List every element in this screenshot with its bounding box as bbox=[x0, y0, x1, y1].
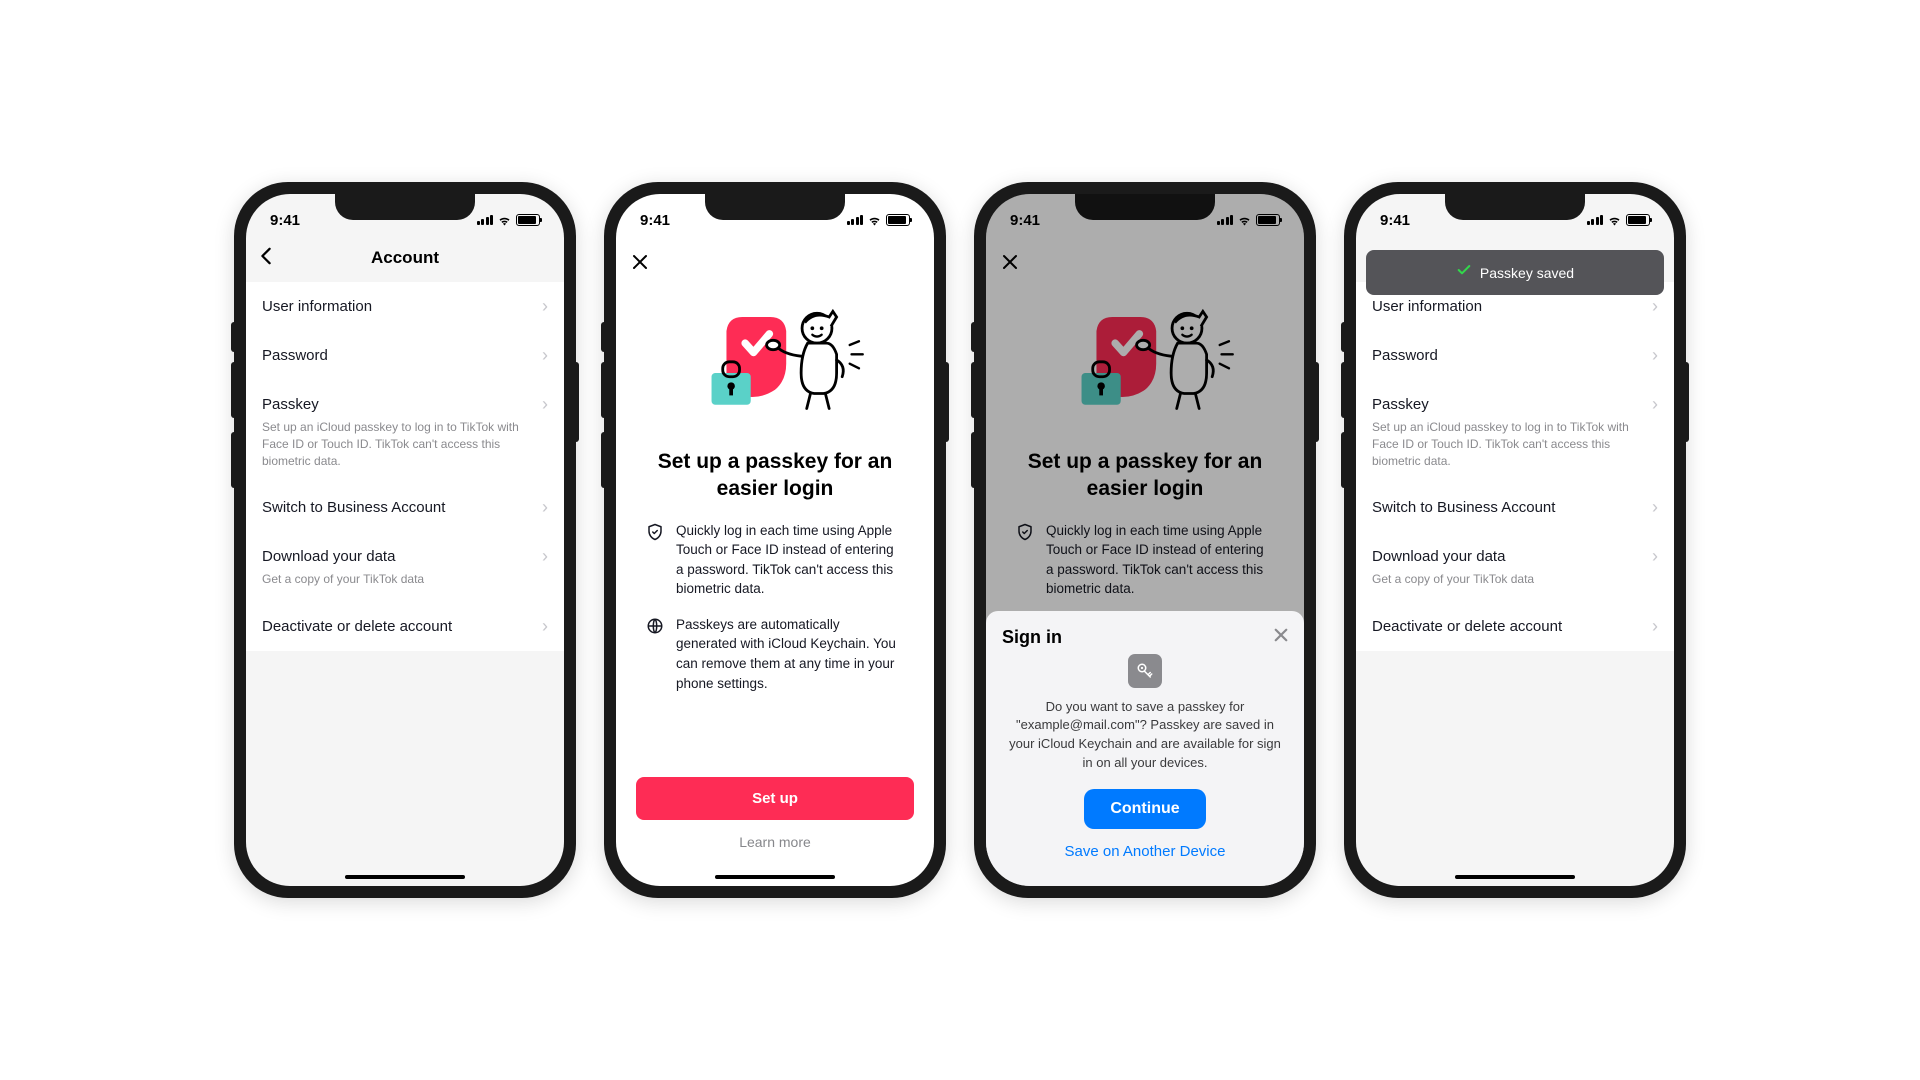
passkey-icon bbox=[1128, 654, 1162, 688]
item-subtext: Get a copy of your TikTok data bbox=[262, 571, 548, 588]
cellular-icon bbox=[477, 215, 494, 225]
chevron-right-icon: › bbox=[1652, 616, 1658, 637]
setup-title: Set up a passkey for an easier login bbox=[636, 448, 914, 503]
globe-icon bbox=[646, 617, 664, 635]
sheet-close-button[interactable] bbox=[1274, 628, 1288, 647]
item-label: Passkey bbox=[1372, 396, 1429, 413]
sheet-body: Do you want to save a passkey for "examp… bbox=[1002, 698, 1288, 789]
phone-frame-4: 9:41 Account Passkey saved User informat… bbox=[1344, 182, 1686, 898]
phone-lineup: 9:41 Account User information› Passwo bbox=[234, 182, 1686, 898]
item-label: Deactivate or delete account bbox=[262, 618, 452, 635]
toast-passkey-saved: Passkey saved bbox=[1366, 250, 1664, 295]
passkey-illustration bbox=[636, 284, 914, 434]
chevron-right-icon: › bbox=[1652, 497, 1658, 518]
battery-icon bbox=[886, 214, 910, 226]
item-label: Deactivate or delete account bbox=[1372, 618, 1562, 635]
feature-biometric: Quickly log in each time using Apple Tou… bbox=[636, 521, 914, 615]
chevron-right-icon: › bbox=[1652, 296, 1658, 317]
key-icon-container bbox=[1002, 654, 1288, 688]
page-title: Account bbox=[371, 248, 439, 268]
item-label: Switch to Business Account bbox=[262, 499, 445, 516]
wifi-icon bbox=[497, 213, 512, 228]
setup-button[interactable]: Set up bbox=[636, 777, 914, 820]
item-label: Download your data bbox=[1372, 548, 1505, 565]
learn-more-button[interactable]: Learn more bbox=[636, 820, 914, 864]
account-menu: User information › Password › Passkey › Set… bbox=[246, 282, 564, 651]
item-label: Passkey bbox=[262, 396, 319, 413]
item-business-account[interactable]: Switch to Business Account › bbox=[246, 483, 564, 532]
item-password[interactable]: Password › bbox=[1356, 331, 1674, 380]
item-label: Switch to Business Account bbox=[1372, 499, 1555, 516]
chevron-right-icon: › bbox=[1652, 546, 1658, 567]
signin-sheet: Sign in Do you want to save a passkey fo… bbox=[986, 611, 1304, 886]
status-time: 9:41 bbox=[1380, 212, 1410, 229]
chevron-right-icon: › bbox=[542, 296, 548, 317]
battery-icon bbox=[1626, 214, 1650, 226]
shield-check-icon bbox=[646, 523, 664, 541]
close-button[interactable] bbox=[632, 250, 648, 276]
home-indicator[interactable] bbox=[1455, 875, 1575, 879]
chevron-right-icon: › bbox=[1652, 345, 1658, 366]
item-deactivate[interactable]: Deactivate or delete account › bbox=[1356, 602, 1674, 651]
status-time: 9:41 bbox=[270, 212, 300, 229]
item-password[interactable]: Password › bbox=[246, 331, 564, 380]
item-subtext: Set up an iCloud passkey to log in to Ti… bbox=[262, 419, 548, 469]
chevron-right-icon: › bbox=[542, 616, 548, 637]
setup-content: Set up a passkey for an easier login Qui… bbox=[616, 238, 934, 886]
screen-account: 9:41 Account User information› Passwo bbox=[246, 194, 564, 886]
account-menu: User information › Password › Passkey › Set… bbox=[1356, 282, 1674, 651]
nav-header: Account bbox=[246, 238, 564, 282]
continue-button[interactable]: Continue bbox=[1084, 789, 1205, 829]
chevron-right-icon: › bbox=[542, 546, 548, 567]
chevron-right-icon: › bbox=[542, 497, 548, 518]
item-deactivate[interactable]: Deactivate or delete account › bbox=[246, 602, 564, 651]
wifi-icon bbox=[1607, 213, 1622, 228]
cellular-icon bbox=[1587, 215, 1604, 225]
wifi-icon bbox=[867, 213, 882, 228]
item-subtext: Get a copy of your TikTok data bbox=[1372, 571, 1658, 588]
phone-frame-1: 9:41 Account User information› Passwo bbox=[234, 182, 576, 898]
screen-setup: 9:41 bbox=[616, 194, 934, 886]
setup-actions: Set up Learn more bbox=[636, 777, 914, 886]
screen-signin-sheet: 9:41 bbox=[986, 194, 1304, 886]
feature-keychain: Passkeys are automatically generated wit… bbox=[636, 615, 914, 709]
status-time: 9:41 bbox=[640, 212, 670, 229]
check-icon bbox=[1456, 262, 1472, 283]
item-business-account[interactable]: Switch to Business Account › bbox=[1356, 483, 1674, 532]
cellular-icon bbox=[847, 215, 864, 225]
feature-text: Quickly log in each time using Apple Tou… bbox=[676, 521, 904, 599]
sheet-title: Sign in bbox=[1002, 627, 1062, 648]
another-device-link[interactable]: Save on Another Device bbox=[1002, 843, 1288, 878]
item-user-information[interactable]: User information › bbox=[246, 282, 564, 331]
item-passkey[interactable]: Passkey › Set up an iCloud passkey to log… bbox=[246, 380, 564, 483]
item-label: Download your data bbox=[262, 548, 395, 565]
status-indicators bbox=[1587, 213, 1651, 228]
toast-text: Passkey saved bbox=[1480, 265, 1574, 281]
home-indicator[interactable] bbox=[345, 875, 465, 879]
item-label: Password bbox=[262, 347, 328, 364]
phone-frame-3: 9:41 bbox=[974, 182, 1316, 898]
chevron-right-icon: › bbox=[542, 394, 548, 415]
item-label: User information bbox=[1372, 298, 1482, 315]
item-passkey[interactable]: Passkey › Set up an iCloud passkey to log… bbox=[1356, 380, 1674, 483]
battery-icon bbox=[516, 214, 540, 226]
item-download-data[interactable]: Download your data › Get a copy of your T… bbox=[246, 532, 564, 602]
item-label: User information bbox=[262, 298, 372, 315]
item-download-data[interactable]: Download your data › Get a copy of your T… bbox=[1356, 532, 1674, 602]
feature-text: Passkeys are automatically generated wit… bbox=[676, 615, 904, 693]
screen-account-saved: 9:41 Account Passkey saved User informat… bbox=[1356, 194, 1674, 886]
chevron-right-icon: › bbox=[542, 345, 548, 366]
back-button[interactable] bbox=[260, 247, 272, 269]
home-indicator[interactable] bbox=[715, 875, 835, 879]
item-label: Password bbox=[1372, 347, 1438, 364]
status-indicators bbox=[847, 213, 911, 228]
phone-frame-2: 9:41 bbox=[604, 182, 946, 898]
item-subtext: Set up an iCloud passkey to log in to Ti… bbox=[1372, 419, 1658, 469]
chevron-right-icon: › bbox=[1652, 394, 1658, 415]
status-indicators bbox=[477, 213, 541, 228]
